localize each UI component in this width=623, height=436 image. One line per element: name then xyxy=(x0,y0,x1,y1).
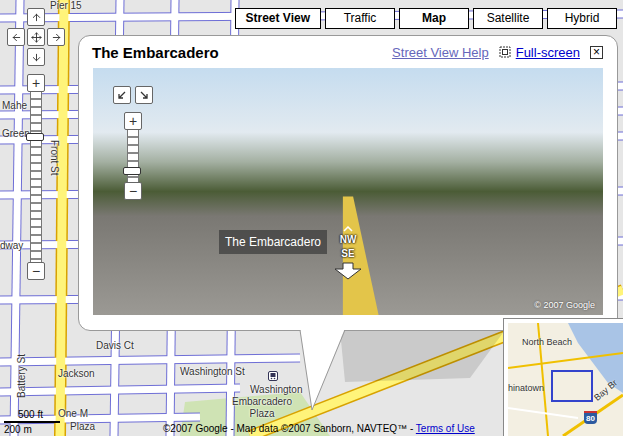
info-window-header: The Embarcadero Street View Help Full-scre… xyxy=(79,36,617,68)
street-name-label: The Embarcadero xyxy=(219,230,327,254)
street-view-zoom-out-button[interactable]: − xyxy=(124,182,142,200)
street-label: Pier 15 xyxy=(50,0,82,12)
terms-link[interactable]: Terms of Use xyxy=(416,423,475,434)
map-zoom-slider[interactable] xyxy=(30,92,42,262)
fullscreen-icon xyxy=(499,46,511,58)
direction-label[interactable]: SE xyxy=(341,248,354,260)
map-navigation: +− xyxy=(7,8,65,280)
station-icon[interactable] xyxy=(268,371,278,381)
scale-imperial: 500 ft xyxy=(4,409,60,420)
rotate-controls xyxy=(113,86,153,104)
scale-metric: 200 m xyxy=(4,424,60,435)
street-view-photo[interactable]: +−The EmbarcaderoNWSE© 2007 Google xyxy=(93,68,603,315)
arrow-right-icon xyxy=(51,32,62,43)
map-type-button[interactable]: Street View xyxy=(235,8,321,29)
street-view-controls: +− xyxy=(113,86,153,200)
pan-left-button[interactable] xyxy=(7,28,25,46)
info-window-title: The Embarcadero xyxy=(92,44,219,61)
direction-control: NW SE xyxy=(333,226,363,280)
pan-up-button[interactable] xyxy=(27,8,45,26)
photo-copyright: © 2007 Google xyxy=(534,300,595,310)
map-type-bar: Street ViewTrafficMapSatelliteHybrid xyxy=(235,8,617,29)
street-label: Jackson xyxy=(58,368,95,380)
street-view-zoom-thumb[interactable] xyxy=(123,167,141,175)
overview-label: hinatown xyxy=(508,383,544,394)
arrow-left-icon xyxy=(11,32,22,43)
rotate-right-button[interactable] xyxy=(135,86,153,104)
map-type-button[interactable]: Map xyxy=(399,8,469,29)
rotate-left-icon xyxy=(117,90,127,100)
map-type-button[interactable]: Satellite xyxy=(473,8,543,29)
map-zoom-out-button[interactable]: − xyxy=(27,262,45,280)
arrow-down-icon[interactable] xyxy=(333,262,363,280)
rotate-right-icon xyxy=(139,90,149,100)
help-link[interactable]: Street View Help xyxy=(392,45,489,60)
chevron-up-icon[interactable] xyxy=(343,226,353,232)
street-view-zoom-slider[interactable] xyxy=(127,130,139,182)
arrow-down-icon xyxy=(31,52,42,63)
street-view-zoom-in-button[interactable]: + xyxy=(124,112,142,130)
street-label: Davis Ct xyxy=(96,340,134,352)
fullscreen-link[interactable]: Full-screen xyxy=(499,45,580,60)
rotate-left-button[interactable] xyxy=(113,86,131,104)
map-type-button[interactable]: Traffic xyxy=(325,8,395,29)
overview-map: North BeachhinatownBay Br80 xyxy=(503,318,623,436)
pan-center-button[interactable] xyxy=(27,28,45,46)
header-links: Street View Help Full-screen × xyxy=(392,45,603,60)
street-label: Embarcadero Plaza xyxy=(222,396,302,420)
street-label: Plaza xyxy=(70,421,95,433)
map-zoom-in-button[interactable]: + xyxy=(27,74,45,92)
pan-right-button[interactable] xyxy=(47,28,65,46)
highway-shield: 80 xyxy=(584,411,597,424)
street-label: Front St xyxy=(48,140,60,176)
street-label: Washington St xyxy=(180,366,245,378)
street-label: Washington xyxy=(250,384,302,396)
scale-line xyxy=(4,421,60,423)
scale-bar: 500 ft 200 m xyxy=(4,409,60,435)
overview-label: North Beach xyxy=(522,337,572,348)
street-label: dway xyxy=(0,240,23,252)
map-zoom-thumb[interactable] xyxy=(26,133,44,141)
street-view-zoom-control: +− xyxy=(124,112,142,200)
map-type-button[interactable]: Hybrid xyxy=(547,8,617,29)
move-icon xyxy=(31,32,42,43)
map-view: Pier 15MaheGreendwayFront StDavis CtJack… xyxy=(0,0,623,436)
direction-label[interactable]: NW xyxy=(340,234,357,246)
arrow-up-icon xyxy=(31,12,42,23)
map-zoom-control: +− xyxy=(27,74,45,280)
copyright: ©2007 Google - Map data ©2007 Sanborn, N… xyxy=(163,423,475,435)
street-label: One M xyxy=(58,408,88,420)
overview-map-canvas[interactable]: North BeachhinatownBay Br80 xyxy=(508,323,623,436)
info-window: The Embarcadero Street View Help Full-scre… xyxy=(78,35,618,331)
pan-down-button[interactable] xyxy=(27,48,45,66)
street-label: Battery St xyxy=(16,354,28,398)
pan-control xyxy=(7,8,65,66)
street-label: Mahe xyxy=(2,100,27,112)
close-button[interactable]: × xyxy=(590,46,603,59)
